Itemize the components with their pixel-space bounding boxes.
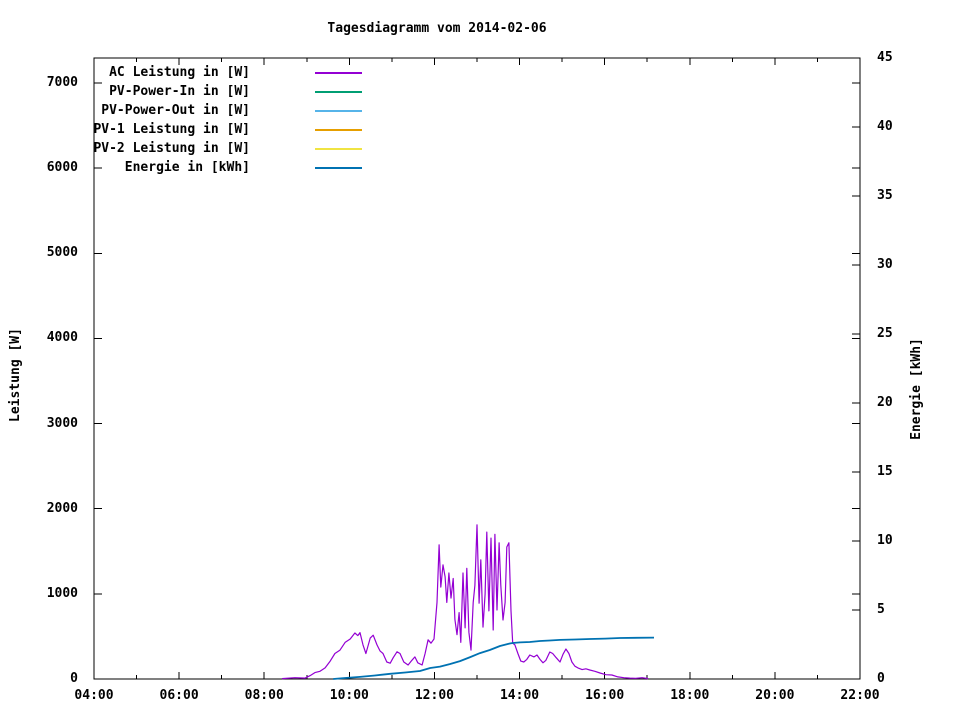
x-axis-tick-label: 14:00 [499,688,540,703]
left-axis-tick-label: 7000 [46,75,78,91]
left-axis-tick-label: 0 [70,671,78,686]
legend-label: PV-1 Leistung in [W] [93,122,250,137]
left-axis-tick-label: 4000 [46,330,78,346]
chart-canvas: Tagesdiagramm vom 2014-02-06 Leistung [W… [0,0,960,720]
legend-label: PV-Power-Out in [W] [101,103,250,118]
series-line-energie-in-kwh [333,636,655,680]
legend-label: AC Leistung in [W] [109,65,250,80]
legend-item-energie: Energie in [kWh] [80,158,362,177]
x-axis-tick-label: 08:00 [244,688,284,703]
legend-line-sample [315,109,362,112]
legend-item-pv-1-leistung: PV-1 Leistung in [W] [80,120,362,139]
legend-label: Energie in [kWh] [124,160,250,175]
legend-line-sample [315,90,362,93]
x-axis-tick-label: 20:00 [755,688,795,703]
x-axis-tick-label: 06:00 [159,688,199,703]
legend-item-ac-leistung: AC Leistung in [W] [80,63,362,82]
legend-label: PV-2 Leistung in [W] [93,141,250,156]
right-axis-tick-label: 35 [877,188,893,203]
legend-line-sample [315,166,362,169]
right-axis-tick-label: 20 [877,395,893,410]
legend-item-pv-power-in: PV-Power-In in [W] [80,82,362,101]
x-axis-tick-label: 10:00 [329,688,369,703]
legend-item-pv-power-out: PV-Power-Out in [W] [80,101,362,120]
legend-line-sample [315,147,362,150]
x-axis-tick-label: 16:00 [585,688,625,703]
left-axis-tick-label: 1000 [46,585,78,601]
right-axis-tick-label: 30 [877,257,893,272]
legend-item-pv-2-leistung: PV-2 Leistung in [W] [80,139,362,158]
legend: AC Leistung in [W] PV-Power-In in [W] PV… [80,63,362,177]
left-axis-tick-label: 2000 [46,500,78,516]
series-line-ac-leistung-in-w [282,524,649,680]
legend-label: PV-Power-In in [W] [109,84,250,99]
right-axis-tick-label: 45 [877,50,893,65]
right-axis-tick-label: 15 [877,464,893,479]
x-axis-tick-label: 12:00 [414,688,454,703]
x-axis-tick-label: 04:00 [74,688,114,703]
left-axis-tick-label: 6000 [46,160,78,176]
legend-line-sample [315,128,362,131]
right-axis-tick-label: 10 [877,533,893,548]
right-axis-tick-label: 0 [877,671,885,686]
right-axis-tick-label: 25 [877,326,893,341]
left-axis-tick-label: 3000 [46,415,78,431]
x-axis-tick-label: 22:00 [840,688,880,703]
right-axis-tick-label: 40 [877,119,893,134]
left-axis-tick-label: 5000 [46,245,78,261]
legend-line-sample [315,71,362,74]
right-axis-tick-label: 5 [877,602,885,617]
x-axis-tick-label: 18:00 [670,688,710,703]
